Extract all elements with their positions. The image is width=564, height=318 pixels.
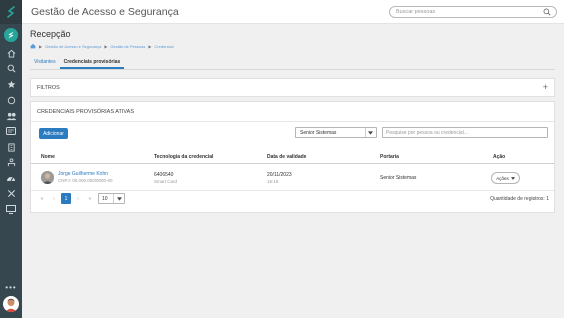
shield-icon[interactable] (0, 93, 22, 107)
select-divider (113, 194, 114, 203)
sidebar: ••• (0, 0, 22, 318)
prev-page-button[interactable]: ‹ (49, 193, 59, 204)
credentials-panel: CREDENCIAIS PROVISÓRIAS ATIVAS Adicionar… (30, 101, 555, 213)
table-row: Jorge Guilherme Kohn CNPJ: 00.000.000/00… (31, 165, 554, 191)
valid-date: 20/11/2023 (267, 172, 292, 178)
search-icon[interactable] (543, 8, 551, 16)
chevron-down-icon (368, 131, 373, 135)
panel-heading: CREDENCIAIS PROVISÓRIAS ATIVAS (37, 109, 134, 115)
global-search-input[interactable] (396, 7, 536, 17)
s-logo-icon (7, 6, 15, 18)
search-icon[interactable] (0, 61, 22, 75)
credential-technology: Smart Card (154, 179, 178, 184)
tab-bar: Visitantes Credenciais provisórias (30, 57, 125, 69)
page-title: Recepção (30, 29, 71, 39)
page-size-select[interactable]: 10 (98, 193, 125, 204)
next-page-button[interactable]: › (73, 193, 83, 204)
record-count: Quantidade de registros: 1 (490, 196, 549, 202)
user-avatar[interactable] (3, 296, 19, 312)
actions-label: Ações (496, 175, 509, 181)
app-title: Gestão de Acesso e Segurança (31, 6, 179, 18)
breadcrumb-item[interactable]: Gestão de Pessoas (110, 44, 145, 49)
id-card-icon[interactable] (0, 124, 22, 138)
column-header-tecnologia[interactable]: Tecnologia da credencial (154, 154, 213, 160)
home-icon[interactable] (0, 46, 22, 60)
tab-credenciais-provisorias[interactable]: Credenciais provisórias (59, 57, 125, 69)
credential-search-input[interactable] (386, 129, 544, 136)
more-menu-icon[interactable]: ••• (0, 284, 22, 292)
global-search[interactable] (389, 6, 557, 18)
monitor-icon[interactable] (0, 202, 22, 216)
home-icon[interactable] (30, 43, 36, 49)
credential-number: 6406540 (154, 172, 174, 178)
tools-icon[interactable] (0, 186, 22, 200)
breadcrumb-item[interactable]: Credencial (154, 44, 173, 49)
portaria-value: Senior Sistemas (380, 175, 417, 181)
filters-label: FILTROS (37, 85, 60, 91)
select-divider (365, 128, 366, 137)
reception-icon[interactable] (0, 155, 22, 169)
first-page-button[interactable]: « (37, 193, 47, 204)
breadcrumb-item[interactable]: Gestão de Acesso e Segurança (45, 44, 101, 49)
expand-filters-icon[interactable]: + (543, 82, 548, 92)
current-page-button[interactable]: 1 (61, 193, 71, 204)
portaria-select-value: Senior Sistemas (300, 130, 337, 136)
column-header-validade[interactable]: Data de validade (267, 154, 306, 160)
person-avatar (41, 171, 54, 184)
valid-time: 15:18 (267, 179, 279, 184)
people-icon[interactable] (0, 109, 22, 123)
breadcrumb-separator-icon: ▶ (148, 43, 152, 49)
building-icon[interactable] (0, 140, 22, 154)
column-header-acao: Ação (493, 154, 506, 160)
chevron-down-icon (117, 197, 122, 201)
column-header-nome[interactable]: Nome (41, 154, 55, 160)
last-page-button[interactable]: » (85, 193, 95, 204)
person-document: CNPJ: 00.000.000/0000-00 (58, 178, 113, 183)
breadcrumb-separator-icon: ▶ (104, 43, 108, 49)
tabs-divider (30, 69, 555, 70)
table-header: Nome Tecnologia da credencial Data de va… (31, 149, 554, 164)
app-logo[interactable] (0, 0, 22, 24)
page-size-value: 10 (102, 196, 108, 202)
active-module-icon[interactable] (4, 28, 18, 42)
filters-panel[interactable]: FILTROS + (30, 78, 555, 97)
person-name-link[interactable]: Jorge Guilherme Kohn (58, 171, 108, 177)
breadcrumb: ▶ Gestão de Acesso e Segurança ▶ Gestão … (30, 42, 174, 50)
chevron-down-icon (510, 176, 515, 180)
tab-visitantes[interactable]: Visitantes (30, 57, 60, 69)
pagination: « ‹ 1 › » (37, 193, 95, 204)
add-button[interactable]: Adicionar (39, 128, 68, 139)
credential-search[interactable] (382, 127, 548, 138)
portaria-select[interactable]: Senior Sistemas (295, 127, 377, 138)
breadcrumb-separator-icon: ▶ (39, 43, 43, 49)
gauge-icon[interactable] (0, 171, 22, 185)
column-header-portaria[interactable]: Portaria (380, 154, 399, 160)
panel-divider (31, 121, 554, 122)
top-bar: Gestão de Acesso e Segurança (22, 0, 564, 24)
actions-dropdown-button[interactable]: Ações (491, 172, 520, 184)
star-icon[interactable] (0, 77, 22, 91)
